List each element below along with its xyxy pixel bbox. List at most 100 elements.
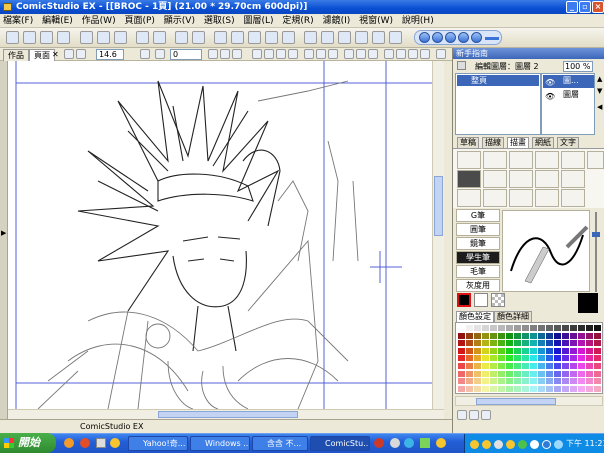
drawing-canvas[interactable] (8, 61, 432, 409)
palette-swatch[interactable] (514, 347, 521, 354)
palette-swatch[interactable] (522, 378, 529, 385)
palette-swatch[interactable] (498, 355, 505, 362)
actual-size-icon[interactable] (265, 31, 278, 44)
palette-swatch[interactable] (538, 340, 545, 347)
menu-filter[interactable]: 濾鏡(I) (320, 14, 354, 28)
palette-swatch[interactable] (498, 332, 505, 339)
menu-work[interactable]: 作品(W) (79, 14, 119, 28)
palette-swatch[interactable] (546, 385, 553, 392)
palette-swatch[interactable] (570, 378, 577, 385)
palette-swatch[interactable] (514, 385, 521, 392)
palette-swatch[interactable] (594, 370, 601, 377)
palette-swatch[interactable] (578, 340, 585, 347)
palette-swatch[interactable] (594, 325, 601, 331)
palette-swatch[interactable] (594, 347, 601, 354)
gradient-icon[interactable] (420, 49, 430, 59)
palette-swatch[interactable] (490, 385, 497, 392)
palette-swatch[interactable] (554, 378, 561, 385)
bucket-icon[interactable] (368, 49, 378, 59)
palette-swatch[interactable] (562, 385, 569, 392)
palette-swatch[interactable] (482, 347, 489, 354)
palette-swatch[interactable] (530, 355, 537, 362)
palette-swatch[interactable] (474, 347, 481, 354)
palette-swatch[interactable] (578, 347, 585, 354)
palette-swatch[interactable] (570, 355, 577, 362)
palette-swatch[interactable] (578, 370, 585, 377)
brush-size-field[interactable]: 14.6 (96, 49, 124, 60)
palette-swatch[interactable] (562, 347, 569, 354)
tab-tone[interactable]: 網紙 (532, 137, 554, 148)
palette-swatch[interactable] (474, 370, 481, 377)
palette-swatch[interactable] (530, 347, 537, 354)
previous-icon[interactable] (445, 32, 456, 43)
tab-color-settings[interactable]: 顏色設定 (456, 311, 494, 322)
palette-swatch[interactable] (474, 332, 481, 339)
save-all-icon[interactable] (57, 31, 70, 44)
palette-swatch[interactable] (522, 340, 529, 347)
palette-swatch[interactable] (474, 385, 481, 392)
palette-swatch[interactable] (522, 370, 529, 377)
palette-swatch[interactable] (498, 385, 505, 392)
palette-swatch[interactable] (506, 385, 513, 392)
magic-wand-icon[interactable] (304, 49, 314, 59)
palette-swatch[interactable] (514, 378, 521, 385)
ruler-icon[interactable] (338, 31, 351, 44)
left-dock-strip[interactable]: ▶ (0, 61, 8, 419)
layer-tool-icon[interactable] (457, 61, 466, 70)
palette-swatch[interactable] (466, 363, 473, 369)
zoom-in-icon[interactable] (214, 31, 227, 44)
palette-swatch[interactable] (562, 332, 569, 339)
palette-swatch[interactable] (482, 363, 489, 369)
new-file-icon[interactable] (6, 31, 19, 44)
eye-icon[interactable]: 👁 (545, 91, 555, 103)
pen-g[interactable]: G筆 (456, 209, 500, 222)
fit-page-icon[interactable] (248, 31, 261, 44)
palette-swatch[interactable] (458, 378, 465, 385)
pen-mirror[interactable]: 鏡筆 (456, 237, 500, 250)
play-icon[interactable] (419, 32, 430, 43)
menu-select[interactable]: 選取(S) (201, 14, 238, 28)
palette-swatch[interactable] (570, 370, 577, 377)
palette-swatch[interactable] (522, 347, 529, 354)
tab-text[interactable]: 文字 (557, 137, 579, 148)
security-tray-icon[interactable] (542, 440, 551, 449)
page-item[interactable]: 整頁 (457, 75, 539, 86)
palette-swatch[interactable] (458, 325, 465, 331)
palette-swatch[interactable] (474, 363, 481, 369)
undo-icon[interactable] (136, 31, 149, 44)
tool-move-icon[interactable] (483, 189, 507, 207)
tool-pencil-icon[interactable] (483, 170, 507, 188)
text-icon[interactable] (384, 49, 394, 59)
zoom-tool-icon[interactable] (328, 49, 338, 59)
palette-swatch[interactable] (522, 385, 529, 392)
minimize-button[interactable]: _ (566, 1, 578, 13)
delete-color-icon[interactable] (469, 410, 479, 420)
palette-swatch[interactable] (530, 385, 537, 392)
palette-swatch[interactable] (554, 332, 561, 339)
reset-rotation-icon[interactable] (232, 49, 242, 59)
palette-swatch[interactable] (458, 332, 465, 339)
palette-swatch[interactable] (490, 363, 497, 369)
palette-swatch[interactable] (522, 363, 529, 369)
palette-swatch[interactable] (466, 340, 473, 347)
tool-spray-icon[interactable] (509, 151, 533, 169)
messenger-quicklaunch-icon[interactable] (110, 438, 120, 448)
palette-swatch[interactable] (570, 385, 577, 392)
pen-size-thumb[interactable] (592, 232, 600, 237)
palette-swatch[interactable] (498, 325, 505, 331)
palette-swatch[interactable] (538, 370, 545, 377)
zoom-out-icon[interactable] (231, 31, 244, 44)
firefox-quicklaunch-icon[interactable] (64, 438, 74, 448)
lasso-icon[interactable] (288, 49, 298, 59)
palette-swatch[interactable] (530, 340, 537, 347)
layer-row-active[interactable]: 👁 圖... (543, 75, 594, 88)
palette-swatch[interactable] (514, 363, 521, 369)
rotation-field[interactable]: 0 (170, 49, 202, 60)
palette-swatch[interactable] (482, 378, 489, 385)
palette-swatch[interactable] (506, 325, 513, 331)
palette-swatch[interactable] (530, 378, 537, 385)
palette-options-icon[interactable] (481, 410, 491, 420)
layer-settings-icon[interactable] (304, 31, 317, 44)
add-color-icon[interactable] (457, 410, 467, 420)
palette-swatch[interactable] (530, 325, 537, 331)
